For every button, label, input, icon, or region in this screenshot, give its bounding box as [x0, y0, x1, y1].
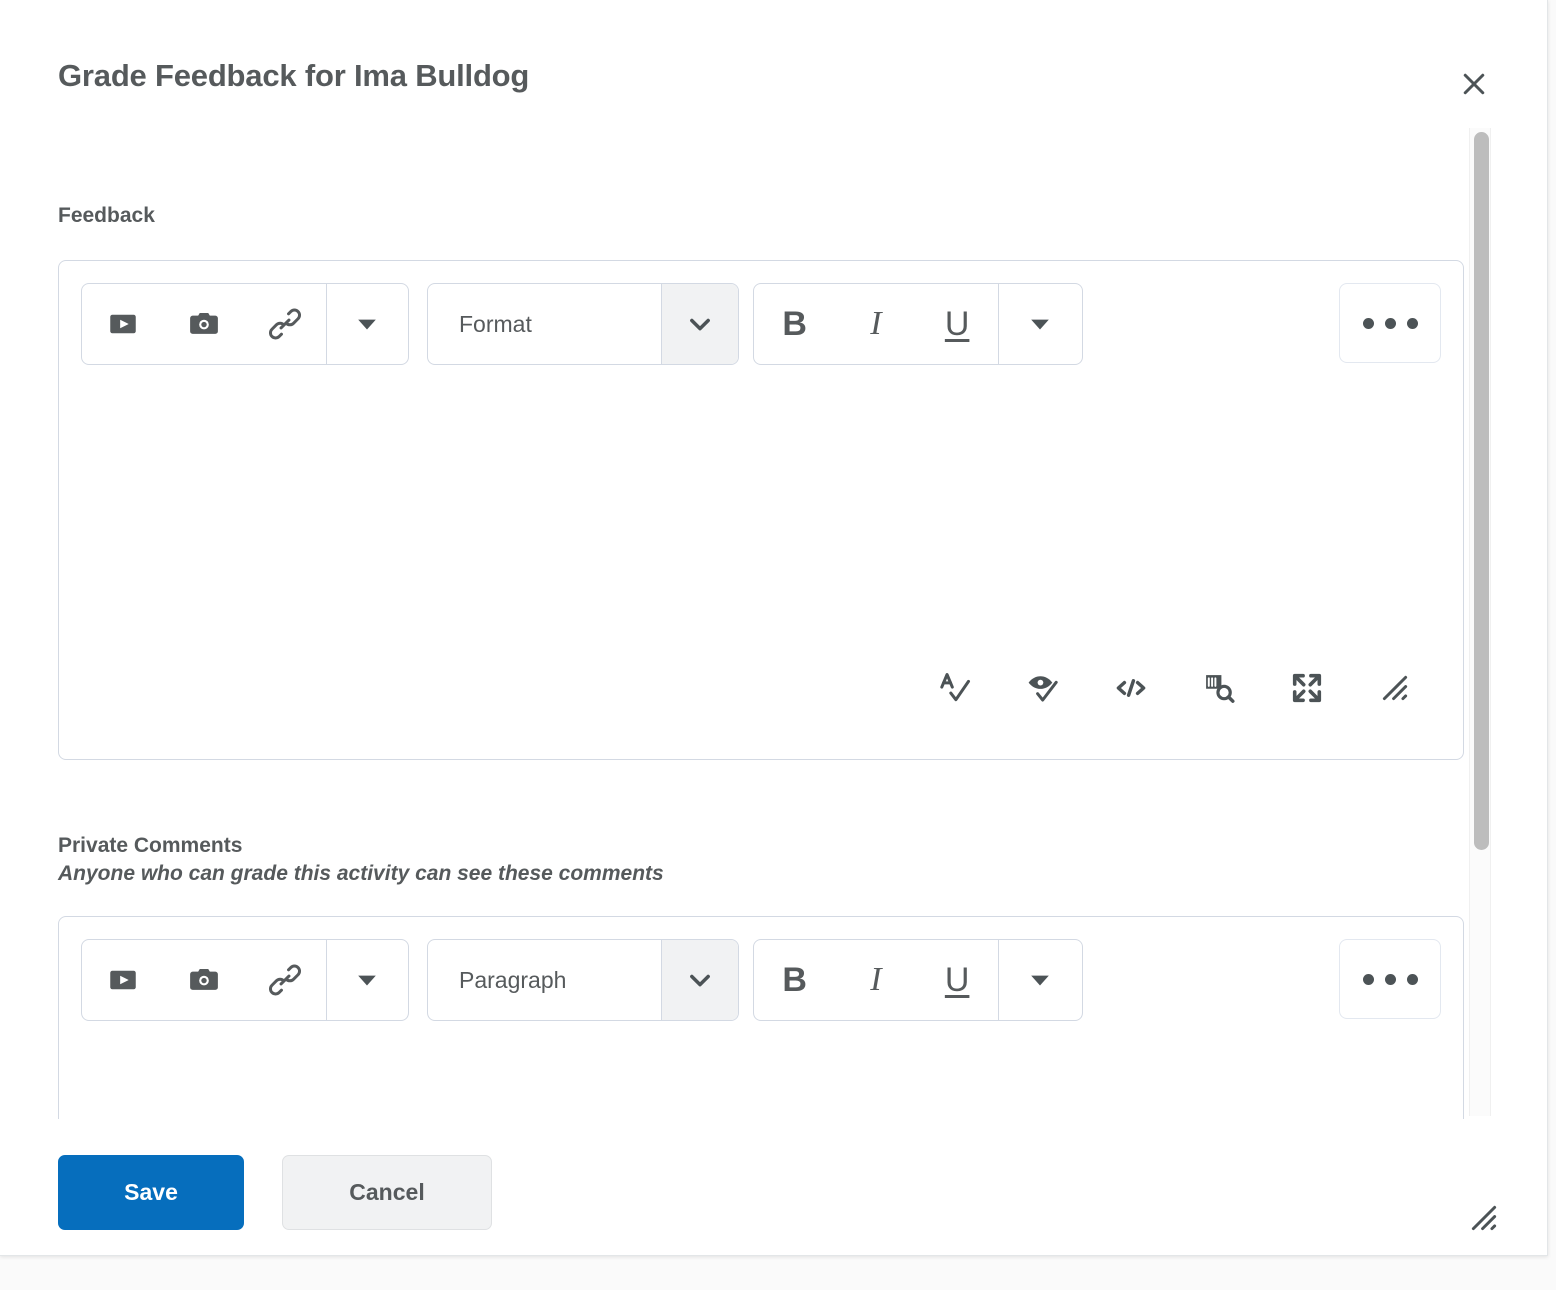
insert-more-caret-down-icon[interactable]	[327, 940, 408, 1020]
private-comments-editor-toolbar: Paragraph B I U	[81, 939, 1441, 1021]
insert-video-icon[interactable]	[82, 284, 163, 364]
chevron-down-icon[interactable]	[661, 940, 738, 1020]
cancel-button[interactable]: Cancel	[282, 1155, 492, 1230]
format-select-value[interactable]: Format	[428, 284, 661, 364]
save-button[interactable]: Save	[58, 1155, 244, 1230]
toolbar-overflow-button[interactable]	[1339, 939, 1441, 1019]
ellipsis-icon	[1363, 974, 1418, 985]
dialog-footer: Save Cancel	[0, 1119, 1548, 1256]
insert-tools-group	[81, 283, 409, 365]
grade-feedback-dialog: Grade Feedback for Ima Bulldog Feedback	[0, 0, 1548, 1256]
private-comments-sublabel: Anyone who can grade this activity can s…	[58, 862, 664, 886]
underline-icon[interactable]: U	[917, 940, 998, 1020]
feedback-editor: Format B I U	[58, 260, 1464, 760]
editor-resize-grip-icon[interactable]	[1351, 657, 1439, 719]
close-icon	[1459, 69, 1489, 99]
fullscreen-icon[interactable]	[1263, 657, 1351, 719]
dialog-scrollbar-thumb[interactable]	[1474, 132, 1489, 850]
format-select[interactable]: Format	[427, 283, 739, 365]
bold-icon[interactable]: B	[754, 284, 835, 364]
toolbar-overflow-button[interactable]	[1339, 283, 1441, 363]
insert-image-icon[interactable]	[163, 940, 244, 1020]
insert-tools-group	[81, 939, 409, 1021]
underline-icon[interactable]: U	[917, 284, 998, 364]
style-more-caret-down-icon[interactable]	[999, 284, 1082, 364]
close-button[interactable]	[1452, 62, 1496, 106]
html-source-icon[interactable]	[1087, 657, 1175, 719]
dialog-resize-grip-icon[interactable]	[1464, 1198, 1504, 1238]
feedback-editor-statusbar	[911, 657, 1439, 719]
insert-more-caret-down-icon[interactable]	[327, 284, 408, 364]
private-comments-label: Private Comments	[58, 834, 242, 858]
format-select[interactable]: Paragraph	[427, 939, 739, 1021]
ellipsis-icon	[1363, 318, 1418, 329]
insert-video-icon[interactable]	[82, 940, 163, 1020]
dialog-scroll-body: Feedback	[0, 124, 1548, 1119]
italic-icon[interactable]: I	[835, 940, 916, 1020]
page-title: Grade Feedback for Ima Bulldog	[58, 58, 529, 94]
feedback-content-area[interactable]	[60, 365, 1462, 655]
feedback-editor-toolbar: Format B I U	[81, 283, 1441, 365]
word-count-icon[interactable]	[1175, 657, 1263, 719]
dialog-scrollbar[interactable]	[1469, 128, 1491, 1116]
style-more-caret-down-icon[interactable]	[999, 940, 1082, 1020]
insert-image-icon[interactable]	[163, 284, 244, 364]
chevron-down-icon[interactable]	[661, 284, 738, 364]
text-style-group: B I U	[753, 283, 1083, 365]
private-comments-editor: Paragraph B I U	[58, 916, 1464, 1119]
insert-link-icon[interactable]	[245, 284, 326, 364]
feedback-label: Feedback	[58, 204, 155, 228]
text-style-group: B I U	[753, 939, 1083, 1021]
private-comments-content-area[interactable]	[60, 1021, 1462, 1119]
spellcheck-icon[interactable]	[911, 657, 999, 719]
italic-icon[interactable]: I	[835, 284, 916, 364]
dialog-header: Grade Feedback for Ima Bulldog	[0, 0, 1548, 124]
bold-icon[interactable]: B	[754, 940, 835, 1020]
accessibility-check-icon[interactable]	[999, 657, 1087, 719]
format-select-value[interactable]: Paragraph	[428, 940, 661, 1020]
insert-link-icon[interactable]	[245, 940, 326, 1020]
